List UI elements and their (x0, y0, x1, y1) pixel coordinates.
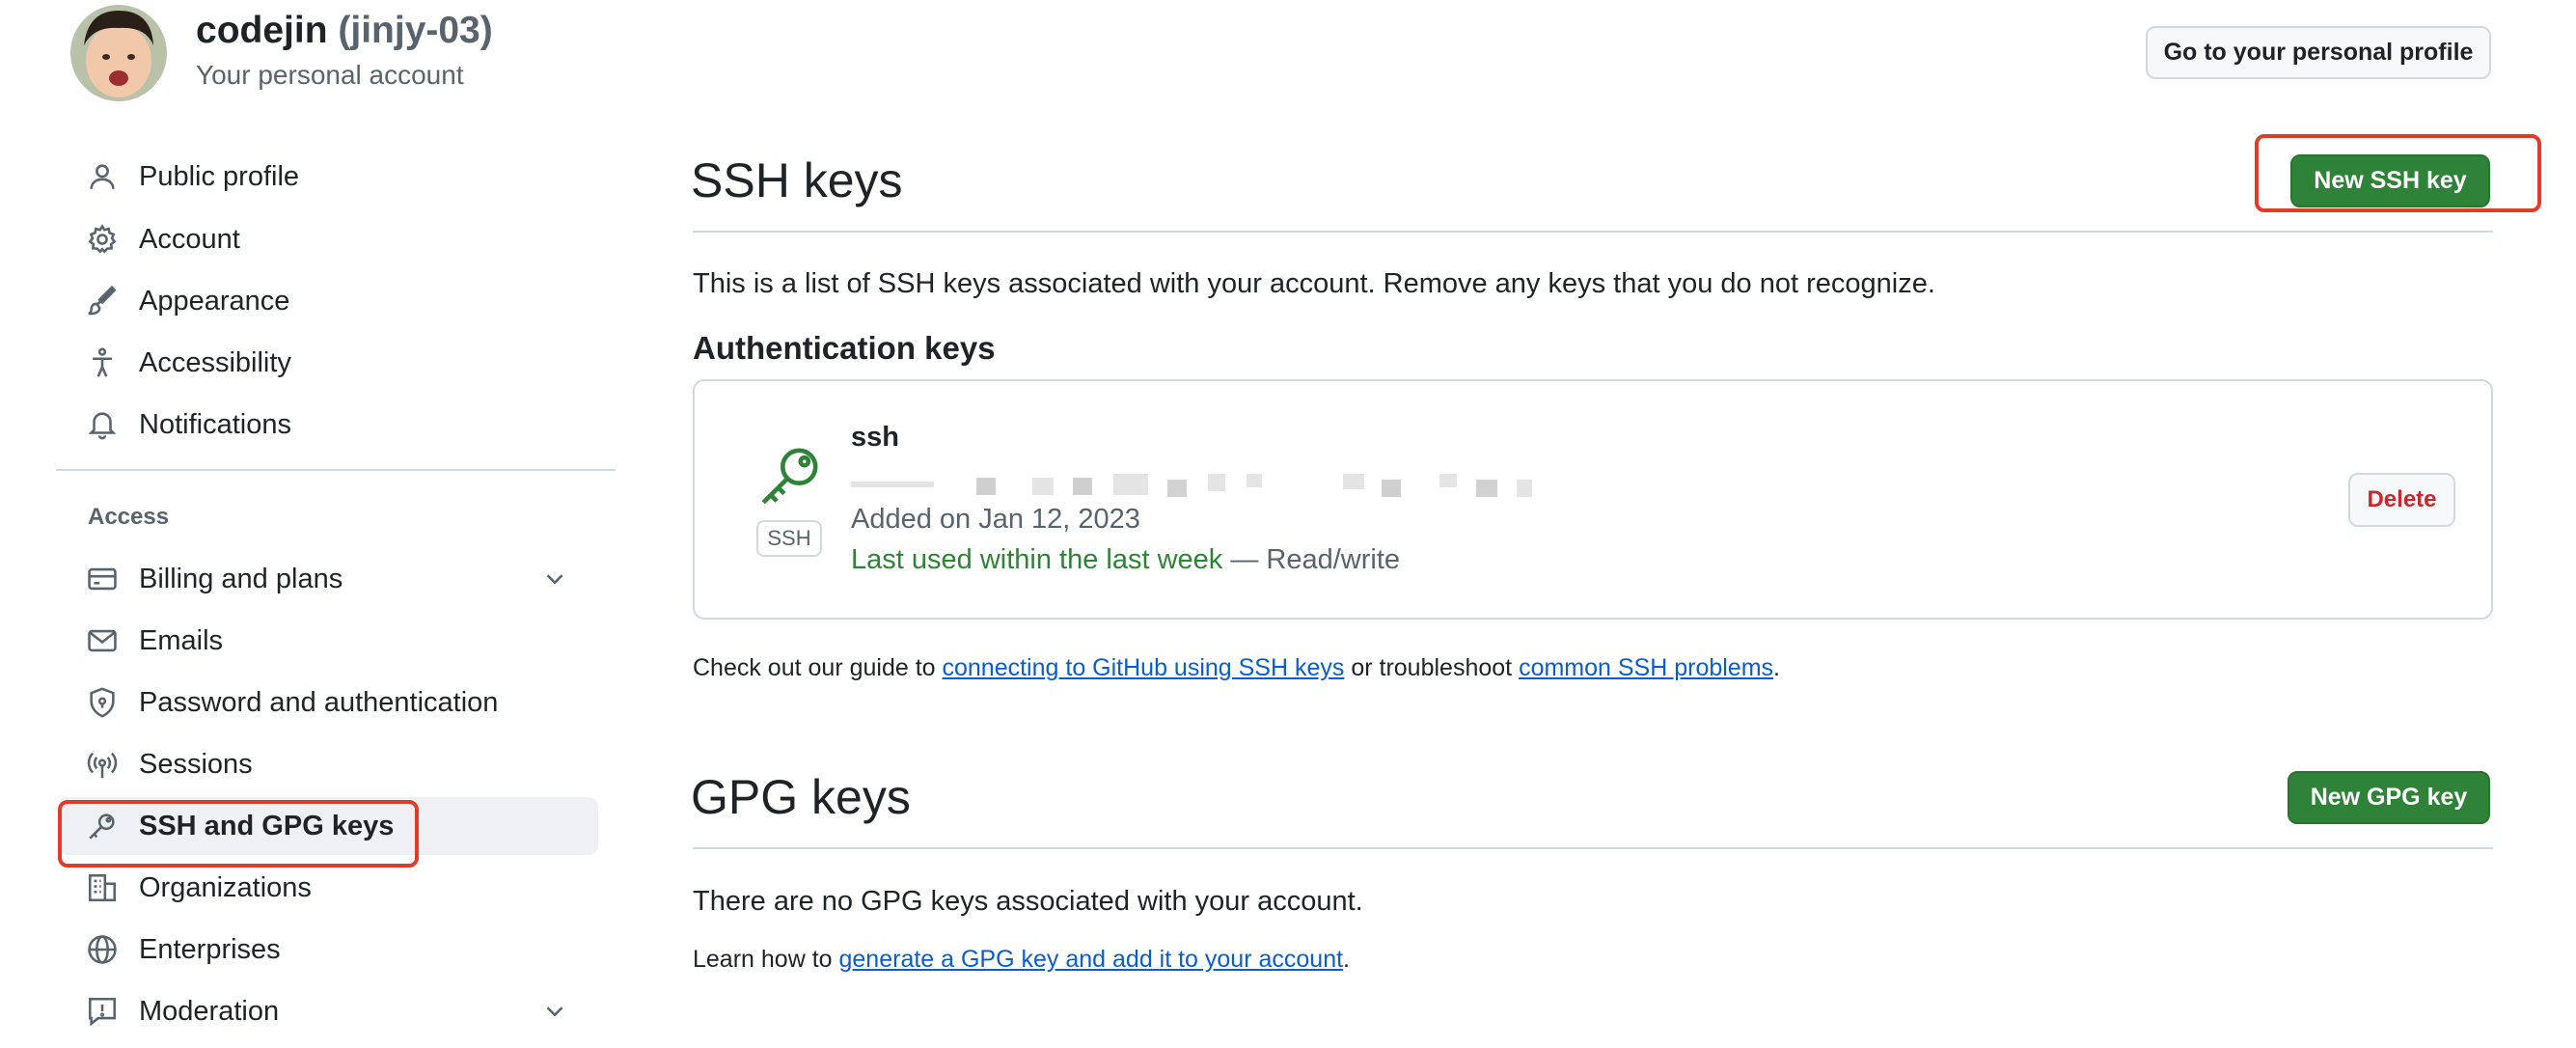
guide-mid: or troubleshoot (1344, 654, 1520, 681)
key-icon (754, 440, 826, 511)
sidebar-item-label: Emails (139, 624, 224, 656)
user-handle: (jinjy-03) (338, 10, 493, 51)
sidebar-item-accessibility[interactable]: Accessibility (58, 334, 598, 392)
account-name: codejin (jinjy-03) (196, 10, 493, 52)
sidebar-item-label: Account (139, 223, 240, 255)
common-ssh-problems-link[interactable]: common SSH problems (1519, 654, 1773, 681)
username: codejin (196, 10, 328, 51)
sidebar-divider (56, 469, 616, 471)
report-icon (85, 994, 120, 1029)
sidebar-section-access: Access (88, 504, 170, 530)
ssh-keys-title: SSH keys (691, 153, 903, 207)
generate-gpg-key-link[interactable]: generate a GPG key and add it to your ac… (839, 946, 1344, 973)
person-icon (85, 159, 120, 194)
broadcast-icon (85, 747, 120, 782)
ssh-guide-text: Check out our guide to connecting to Git… (693, 654, 1780, 682)
ssh-key-title: ssh (851, 422, 899, 453)
gpg-section-divider (693, 847, 2493, 849)
gpg-keys-title: GPG keys (691, 770, 911, 824)
sidebar-item-label: Accessibility (139, 346, 291, 378)
sidebar-item-label: Public profile (139, 160, 300, 192)
sidebar-item-public-profile[interactable]: Public profile (58, 148, 598, 206)
learn-suffix: . (1343, 946, 1350, 973)
sidebar-item-billing[interactable]: Billing and plans (58, 550, 598, 608)
sidebar-item-appearance[interactable]: Appearance (58, 272, 598, 330)
organization-icon (85, 870, 120, 905)
gpg-learn-text: Learn how to generate a GPG key and add … (693, 946, 1350, 974)
ssh-section-divider (693, 231, 2493, 233)
ssh-description: This is a list of SSH keys associated wi… (693, 268, 1935, 299)
account-subtitle: Your personal account (196, 60, 464, 90)
sidebar-item-emails[interactable]: Emails (58, 612, 598, 670)
sidebar-item-label: Organizations (139, 871, 312, 903)
ssh-key-fingerprint-redacted (851, 474, 1546, 499)
ssh-key-access: — Read/write (1230, 544, 1401, 575)
highlight-annotation-new-ssh (2255, 134, 2541, 212)
ssh-key-added-date: Added on Jan 12, 2023 (851, 504, 1140, 535)
sidebar-item-enterprises[interactable]: Enterprises (58, 921, 598, 979)
paintbrush-icon (85, 284, 120, 318)
authentication-keys-heading: Authentication keys (693, 330, 996, 366)
guide-suffix: . (1773, 654, 1780, 681)
sidebar-item-label: Moderation (139, 995, 280, 1027)
chevron-down-icon[interactable] (540, 565, 569, 593)
accessibility-icon (85, 345, 120, 380)
sidebar-item-label: Notifications (139, 408, 291, 440)
avatar[interactable] (70, 5, 167, 101)
chevron-down-icon[interactable] (540, 997, 569, 1026)
guide-prefix: Check out our guide to (693, 654, 943, 681)
sidebar-item-label: Enterprises (139, 933, 281, 965)
go-to-profile-button[interactable]: Go to your personal profile (2146, 26, 2491, 79)
ssh-key-card (693, 379, 2493, 620)
sidebar-item-label: Billing and plans (139, 563, 343, 594)
sidebar-item-account[interactable]: Account (58, 210, 598, 268)
sidebar-item-label: Password and authentication (139, 686, 499, 718)
gear-icon (85, 222, 120, 257)
ssh-type-label: SSH (756, 520, 822, 557)
sidebar-item-password[interactable]: Password and authentication (58, 674, 598, 731)
globe-icon (85, 932, 120, 967)
sidebar-item-sessions[interactable]: Sessions (58, 735, 598, 793)
delete-ssh-key-button[interactable]: Delete (2348, 473, 2455, 527)
ssh-key-last-used: Last used within the last week (851, 544, 1223, 575)
learn-prefix: Learn how to (693, 946, 839, 973)
sidebar-item-moderation[interactable]: Moderation (58, 982, 598, 1040)
mail-icon (85, 623, 120, 658)
shield-lock-icon (85, 685, 120, 720)
sidebar-item-label: Sessions (139, 748, 253, 780)
ssh-key-usage: Last used within the last week — Read/wr… (851, 544, 1400, 576)
sidebar-item-label: Appearance (139, 285, 290, 317)
credit-card-icon (85, 562, 120, 596)
connecting-ssh-guide-link[interactable]: connecting to GitHub using SSH keys (943, 654, 1345, 681)
sidebar-item-notifications[interactable]: Notifications (58, 396, 598, 454)
gpg-empty-text: There are no GPG keys associated with yo… (693, 886, 1363, 917)
sidebar-item-organizations[interactable]: Organizations (58, 859, 598, 917)
highlight-annotation-sidebar (58, 800, 419, 868)
bell-icon (85, 407, 120, 442)
new-gpg-key-button[interactable]: New GPG key (2288, 771, 2490, 824)
